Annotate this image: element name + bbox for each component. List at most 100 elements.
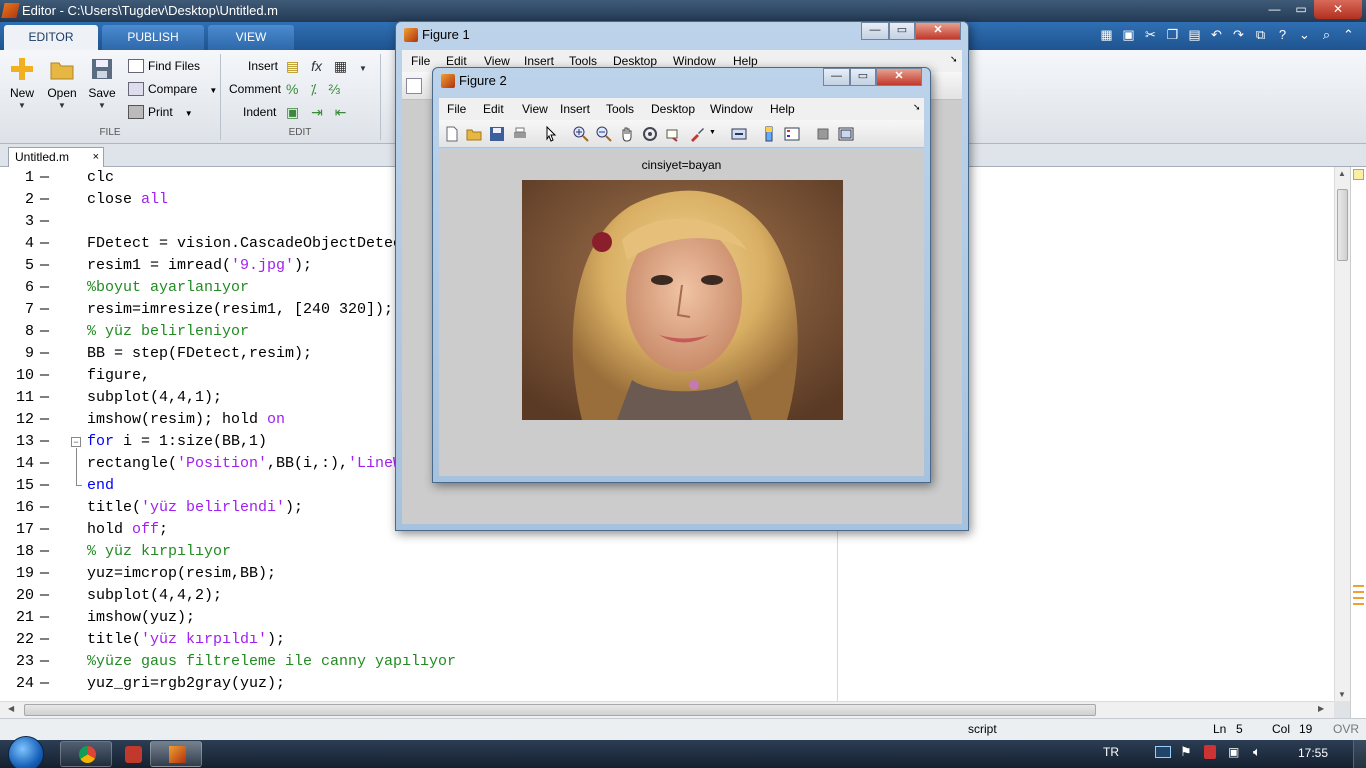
breakpoint-marker[interactable]: — xyxy=(40,585,49,607)
breakpoint-marker[interactable]: — xyxy=(40,277,49,299)
fold-collapse-icon[interactable]: − xyxy=(71,437,81,447)
tab-view[interactable]: VIEW xyxy=(208,25,294,50)
figure-2-menu-desktop[interactable]: Desktop xyxy=(651,102,695,116)
figure-2-close-button[interactable]: ✕ xyxy=(876,68,922,86)
expand-icon[interactable]: ⌃ xyxy=(1339,25,1358,44)
open-button[interactable]: Open ▼ xyxy=(42,56,82,110)
edit-plot-arrow-icon[interactable] xyxy=(543,126,559,142)
find-files-button[interactable]: Find Files xyxy=(128,56,200,76)
breakpoint-marker[interactable]: — xyxy=(40,189,49,211)
breakpoint-marker[interactable]: — xyxy=(40,255,49,277)
figure-1-menu-tools[interactable]: Tools xyxy=(569,54,597,68)
code-line[interactable]: 19 — yuz=imcrop(resim,BB); xyxy=(0,563,1340,585)
print-button[interactable]: Print ▼ xyxy=(128,102,193,122)
compare-button[interactable]: Compare ▼ xyxy=(128,79,217,99)
data-cursor-icon[interactable] xyxy=(665,126,681,142)
close-button[interactable]: ✕ xyxy=(1314,0,1362,19)
breakpoint-marker[interactable]: — xyxy=(40,607,49,629)
tab-publish[interactable]: PUBLISH xyxy=(102,25,204,50)
print-figure-icon[interactable] xyxy=(512,126,528,142)
action-center-icon[interactable] xyxy=(1155,746,1171,758)
breakpoint-marker[interactable]: — xyxy=(40,453,49,475)
show-plot-tools-icon[interactable] xyxy=(838,126,854,142)
figure-2-menu-tools[interactable]: Tools xyxy=(606,102,634,116)
zoom-in-icon[interactable] xyxy=(573,126,589,142)
scroll-right-icon[interactable]: ▶ xyxy=(1318,704,1324,713)
breakpoint-marker[interactable]: — xyxy=(40,475,49,497)
comment-button[interactable]: Comment xyxy=(229,79,281,99)
insert-button[interactable]: Insert xyxy=(248,56,278,76)
figure-2-minimize-button[interactable]: — xyxy=(823,68,850,86)
horizontal-scroll-thumb[interactable] xyxy=(24,704,1096,716)
figure-2-menu-insert[interactable]: Insert xyxy=(560,102,590,116)
warning-marker[interactable] xyxy=(1353,603,1364,605)
brush-icon[interactable] xyxy=(689,126,705,142)
layout-icon[interactable]: ▦ xyxy=(1097,25,1116,44)
scroll-up-icon[interactable]: ▲ xyxy=(1338,169,1346,178)
dropdown-icon[interactable]: ⌄ xyxy=(1295,25,1314,44)
volume-icon[interactable]: 🔈︎ xyxy=(1253,744,1261,760)
show-desktop-button[interactable] xyxy=(1353,740,1366,768)
breakpoint-marker[interactable]: — xyxy=(40,541,49,563)
figure-1-menu-desktop[interactable]: Desktop xyxy=(613,54,657,68)
save-figure-icon[interactable] xyxy=(489,126,505,142)
code-analyzer-indicator-icon[interactable] xyxy=(1353,169,1364,180)
breakpoint-marker[interactable]: — xyxy=(40,629,49,651)
breakpoint-marker[interactable]: — xyxy=(40,519,49,541)
switch-windows-icon[interactable]: ⧉ xyxy=(1251,25,1270,44)
insert-legend-icon[interactable] xyxy=(784,126,800,142)
close-tab-icon[interactable]: × xyxy=(93,148,99,166)
code-line[interactable]: 18 — % yüz kırpılıyor xyxy=(0,541,1340,563)
vertical-scrollbar[interactable]: ▲ ▼ xyxy=(1334,167,1350,701)
breakpoint-marker[interactable]: — xyxy=(40,299,49,321)
breakpoint-marker[interactable]: — xyxy=(40,343,49,365)
warning-marker[interactable] xyxy=(1353,597,1364,599)
taskbar-matlab-button[interactable] xyxy=(150,741,202,767)
figure-2-menu-file[interactable]: File xyxy=(447,102,466,116)
cut-icon[interactable]: ✂ xyxy=(1141,25,1160,44)
figure-1-menu-insert[interactable]: Insert xyxy=(524,54,554,68)
figure-1-menu-file[interactable]: File xyxy=(411,54,430,68)
network-icon[interactable]: ▣ xyxy=(1228,745,1239,759)
tab-editor[interactable]: EDITOR xyxy=(4,25,98,50)
warning-marker[interactable] xyxy=(1353,585,1364,587)
copy-icon[interactable]: ❐ xyxy=(1163,25,1182,44)
rotate-3d-icon[interactable] xyxy=(642,126,658,142)
flag-icon[interactable]: ⚑ xyxy=(1180,744,1192,760)
breakpoint-marker[interactable]: — xyxy=(40,409,49,431)
figure-2-maximize-button[interactable]: ▭ xyxy=(850,68,876,86)
new-figure-icon[interactable] xyxy=(406,78,422,94)
figure-1-menu-help[interactable]: Help xyxy=(733,54,758,68)
clock-time[interactable]: 17:55 xyxy=(1298,746,1328,760)
insert-section-icon[interactable]: ▤ xyxy=(286,58,299,74)
increase-indent-icon[interactable]: ⇥ xyxy=(311,104,323,120)
code-line[interactable]: 20 — subplot(4,4,2); xyxy=(0,585,1340,607)
chevron-down-icon[interactable]: ▼ xyxy=(709,129,716,136)
hide-plot-tools-icon[interactable] xyxy=(815,126,831,142)
warning-marker[interactable] xyxy=(1353,591,1364,593)
wrap-comment-icon[interactable]: ⅔ xyxy=(329,81,341,97)
decrease-indent-icon[interactable]: ⇤ xyxy=(335,104,347,120)
breakpoint-marker[interactable]: — xyxy=(40,167,49,189)
figure-2-menu-window[interactable]: Window xyxy=(710,102,753,116)
scroll-down-icon[interactable]: ▼ xyxy=(1338,690,1346,699)
horizontal-scrollbar[interactable]: ◀ ▶ xyxy=(0,701,1334,718)
new-button[interactable]: New ▼ xyxy=(2,56,42,110)
link-plot-icon[interactable] xyxy=(731,126,747,142)
figure-2-menu-view[interactable]: View xyxy=(522,102,548,116)
redo-icon[interactable]: ↷ xyxy=(1229,25,1248,44)
figure-2-menu-help[interactable]: Help xyxy=(770,102,795,116)
breakpoint-marker[interactable]: — xyxy=(40,673,49,695)
input-language[interactable]: TR xyxy=(1103,745,1119,759)
taskbar-chrome-button[interactable] xyxy=(60,741,112,767)
minimize-button[interactable]: — xyxy=(1261,0,1288,19)
zoom-out-icon[interactable] xyxy=(596,126,612,142)
fx-icon[interactable]: fx xyxy=(311,58,322,74)
undo-icon[interactable]: ↶ xyxy=(1207,25,1226,44)
figure-2-menu-edit[interactable]: Edit xyxy=(483,102,504,116)
save-button[interactable]: Save ▼ xyxy=(82,56,122,110)
insert-colorbar-icon[interactable] xyxy=(761,126,777,142)
figure-1-minimize-button[interactable]: — xyxy=(861,22,889,40)
dock-arrow-icon[interactable]: ➘ xyxy=(913,102,921,113)
dock-arrow-icon[interactable]: ➘ xyxy=(950,54,958,65)
